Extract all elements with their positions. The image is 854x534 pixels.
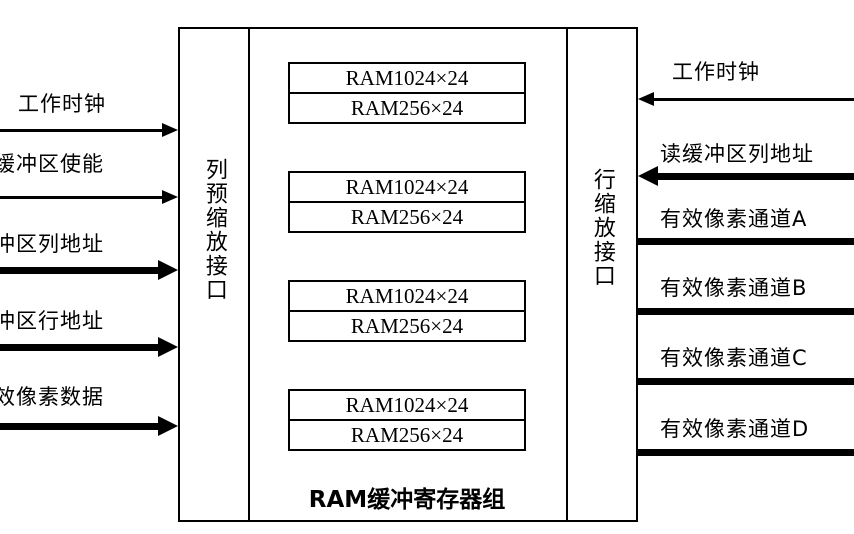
ram-group-1: RAM1024×24 RAM256×24 <box>288 171 526 233</box>
right-signal-arrow-1 <box>638 166 658 186</box>
ram-group-3: RAM1024×24 RAM256×24 <box>288 389 526 451</box>
right-signal-line-5 <box>638 449 854 456</box>
right-signal-label-2: 有效像素通道A <box>660 207 808 231</box>
module-divider-left <box>248 27 250 522</box>
right-signal-line-2 <box>638 238 854 245</box>
ram-cell-label: RAM256×24 <box>290 203 524 231</box>
column-prescale-interface-label: 列预缩放接口 <box>201 158 227 302</box>
left-signal-arrow-2 <box>158 260 178 280</box>
left-signal-line-1 <box>0 196 164 199</box>
right-signal-line-3 <box>638 308 854 315</box>
right-signal-arrow-0 <box>638 92 654 106</box>
left-signal-label-3: 冲区行地址 <box>0 309 104 333</box>
left-signal-arrow-0 <box>162 123 178 137</box>
right-signal-label-5: 有效像素通道D <box>660 417 810 441</box>
left-signal-line-3 <box>0 344 160 351</box>
module-divider-right <box>566 27 568 522</box>
ram-buffer-register-bank-caption: RAM缓冲寄存器组 <box>308 487 506 513</box>
right-signal-line-1 <box>658 173 854 180</box>
right-signal-line-4 <box>638 378 854 385</box>
ram-group-2: RAM1024×24 RAM256×24 <box>288 280 526 342</box>
ram-cell-label: RAM1024×24 <box>290 64 524 94</box>
ram-group-0: RAM1024×24 RAM256×24 <box>288 62 526 124</box>
left-signal-arrow-3 <box>158 337 178 357</box>
right-signal-label-4: 有效像素通道C <box>660 346 808 370</box>
ram-cell-label: RAM1024×24 <box>290 282 524 312</box>
right-signal-label-0: 工作时钟 <box>672 60 760 84</box>
left-signal-arrow-4 <box>158 416 178 436</box>
left-signal-label-1: 缓冲区使能 <box>0 152 104 176</box>
ram-cell-label: RAM1024×24 <box>290 391 524 421</box>
left-signal-arrow-1 <box>162 190 178 204</box>
left-signal-line-2 <box>0 267 160 274</box>
left-signal-line-0 <box>0 129 164 132</box>
diagram-canvas: 工作时钟 缓冲区使能 冲区列地址 冲区行地址 效像素数据 工作时钟 读缓冲区列地… <box>0 0 854 534</box>
left-signal-label-4: 效像素数据 <box>0 385 104 409</box>
left-signal-line-4 <box>0 423 160 430</box>
right-signal-label-3: 有效像素通道B <box>660 276 808 300</box>
right-signal-label-1: 读缓冲区列地址 <box>660 142 814 166</box>
left-signal-label-2: 冲区列地址 <box>0 232 104 256</box>
ram-cell-label: RAM256×24 <box>290 94 524 122</box>
ram-cell-label: RAM256×24 <box>290 421 524 449</box>
left-signal-label-0: 工作时钟 <box>18 92 106 116</box>
row-scale-interface-label: 行缩放接口 <box>589 168 615 288</box>
ram-cell-label: RAM1024×24 <box>290 173 524 203</box>
right-signal-line-0 <box>654 98 854 101</box>
ram-cell-label: RAM256×24 <box>290 312 524 340</box>
